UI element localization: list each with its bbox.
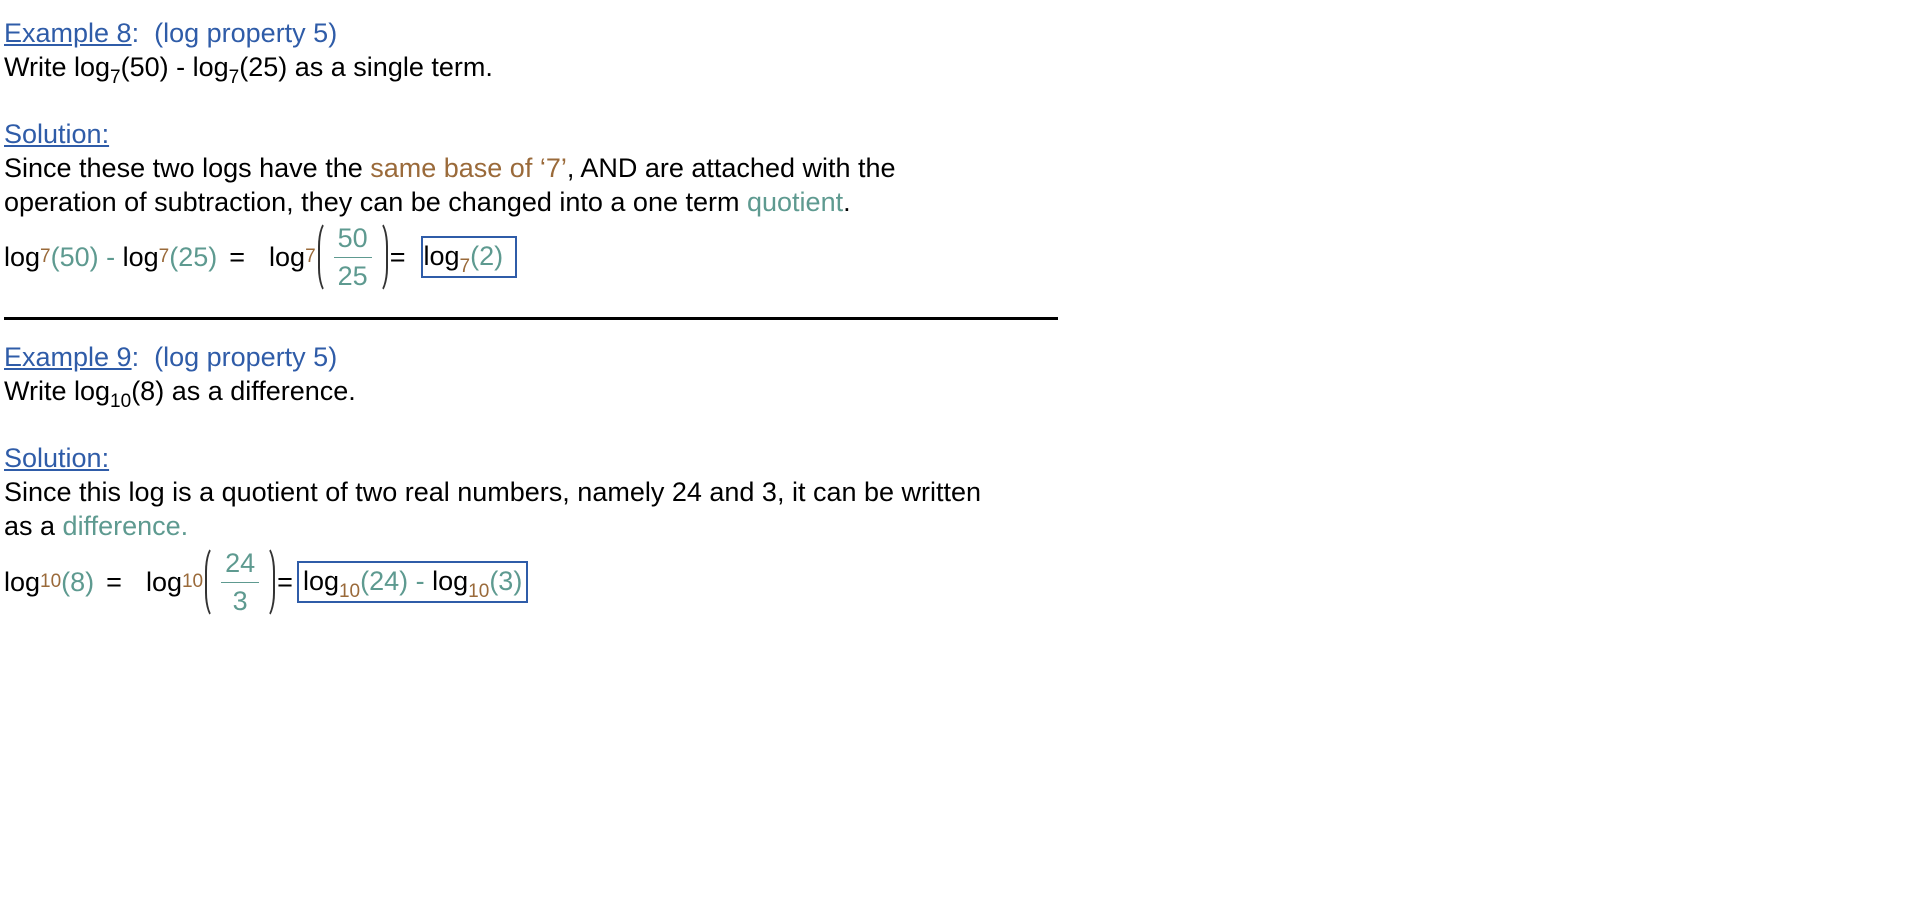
document-page: Example 8: (log property 5) Write log7(5… xyxy=(4,0,1909,903)
right-paren xyxy=(378,220,388,294)
explanation-text: Since these two logs have the xyxy=(4,153,371,183)
example-8-explanation-line-1: Since these two logs have the same base … xyxy=(4,151,896,185)
answer-log: log xyxy=(302,566,339,596)
right-paren xyxy=(265,545,276,619)
fraction: 24 3 xyxy=(221,547,260,617)
eq-log: log xyxy=(4,242,41,272)
answer-base: 10 xyxy=(338,581,361,602)
fraction-bar xyxy=(221,582,260,583)
fraction: 50 25 xyxy=(333,222,372,292)
example-8-prompt: Write log7(50) - log7(25) as a single te… xyxy=(4,50,493,87)
explanation-text: . xyxy=(843,187,851,217)
example-8-equation: log 7 (50) - log 7 (25) = log 7 50 25 = log7(… xyxy=(4,220,518,294)
prompt-write: Write log xyxy=(4,376,111,406)
quotient-highlight: quotient xyxy=(747,187,844,217)
example-8-property: (log property 5) xyxy=(154,18,338,48)
answer-base: 10 xyxy=(468,581,490,602)
eq-equals: = xyxy=(106,567,122,597)
left-paren xyxy=(205,545,215,619)
prompt-base: 10 xyxy=(110,391,132,412)
example-8-solution-heading: Solution: xyxy=(4,117,109,151)
left-paren xyxy=(317,220,328,294)
answer-box: log7(2) xyxy=(421,236,518,278)
example-9-equation: log 10 (8) = log 10 24 3 = log10(24) - log1… xyxy=(4,545,529,619)
example-9-explanation-line-1: Since this log is a quotient of two real… xyxy=(4,475,981,509)
explanation-text: as a xyxy=(4,511,63,541)
eq-log: log xyxy=(122,242,159,272)
solution-link[interactable]: Solution: xyxy=(4,443,109,473)
solution-link[interactable]: Solution: xyxy=(4,119,109,149)
example-9-link[interactable]: Example 9 xyxy=(4,342,132,372)
eq-log: log xyxy=(145,567,182,597)
prompt-arg-1: (50) - log xyxy=(120,52,229,82)
answer-log: log xyxy=(423,241,460,271)
eq-log: log xyxy=(4,567,41,597)
eq-arg: (50) xyxy=(50,242,99,272)
answer-arg: (3) xyxy=(489,566,523,596)
fraction-group: 24 3 xyxy=(205,545,276,619)
example-9-heading: Example 9: (log property 5) xyxy=(4,340,337,374)
prompt-write: Write log xyxy=(4,52,111,82)
explanation-text: operation of subtraction, they can be ch… xyxy=(4,187,747,217)
eq-log: log xyxy=(269,242,306,272)
fraction-denominator: 25 xyxy=(337,261,368,291)
explanation-text: Since this log is a quotient of two real… xyxy=(4,477,982,507)
eq-equals: = xyxy=(389,242,406,272)
eq-equals: = xyxy=(277,567,293,597)
eq-minus: - xyxy=(98,242,123,272)
eq-arg: (25) xyxy=(169,242,218,272)
section-divider xyxy=(4,317,1058,320)
prompt-base-1: 7 xyxy=(110,67,121,88)
fraction-numerator: 50 xyxy=(337,223,368,253)
example-9-prompt: Write log10(8) as a difference. xyxy=(4,374,356,411)
fraction-bar xyxy=(333,257,372,258)
example-8-link[interactable]: Example 8 xyxy=(4,18,132,48)
example-8-explanation-line-2: operation of subtraction, they can be ch… xyxy=(4,185,851,219)
eq-equals: = xyxy=(229,242,246,272)
example-8-heading: Example 8: (log property 5) xyxy=(4,16,337,50)
prompt-base-2: 7 xyxy=(228,67,240,88)
same-base-highlight: same base of ‘7’ xyxy=(370,153,567,183)
prompt-tail: (8) as a difference. xyxy=(131,376,356,406)
fraction-group: 50 25 xyxy=(317,220,388,294)
example-9-explanation-line-2: as a difference. xyxy=(4,509,188,543)
eq-arg: (8) xyxy=(61,567,95,597)
answer-minus: - xyxy=(408,566,433,596)
difference-highlight: difference. xyxy=(62,511,189,541)
fraction-denominator: 3 xyxy=(232,586,248,616)
example-9-colon: : xyxy=(131,342,140,372)
answer-log: log xyxy=(432,566,469,596)
answer-arg: (24) xyxy=(360,566,409,596)
answer-arg: (2) xyxy=(470,241,504,271)
answer-box: log10(24) - log10(3) xyxy=(296,561,529,603)
prompt-tail: (25) as a single term. xyxy=(239,52,493,82)
example-9-property: (log property 5) xyxy=(154,342,338,372)
fraction-numerator: 24 xyxy=(225,548,256,578)
answer-base: 7 xyxy=(459,256,471,277)
example-9-solution-heading: Solution: xyxy=(4,441,109,475)
example-8-colon: : xyxy=(131,18,140,48)
explanation-text: , AND are attached with the xyxy=(566,153,896,183)
